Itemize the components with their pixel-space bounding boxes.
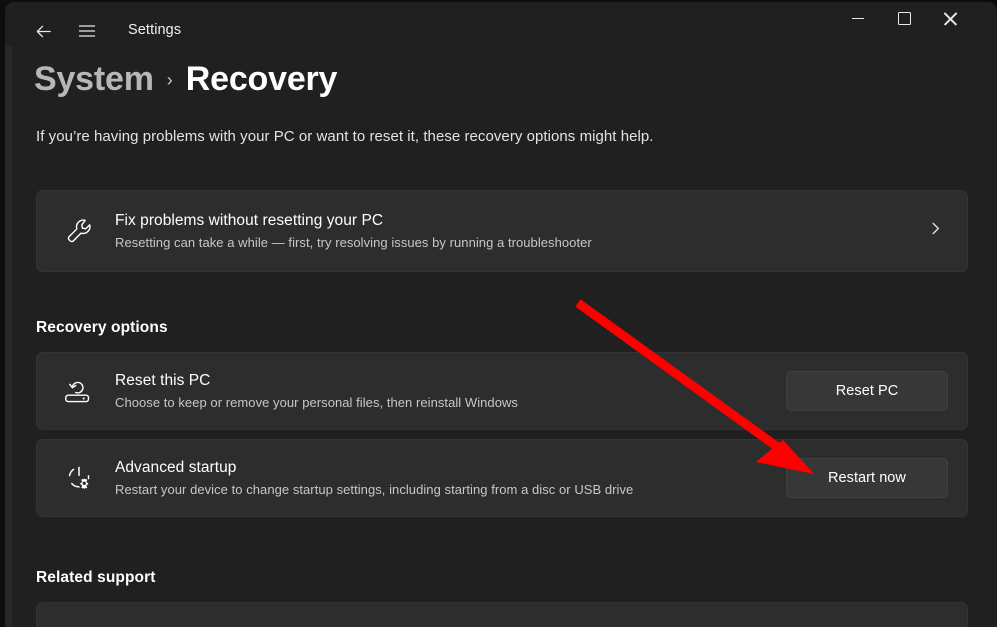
minimize-button[interactable]	[835, 2, 881, 35]
card-title: Advanced startup	[115, 459, 237, 476]
reset-pc-button[interactable]: Reset PC	[786, 371, 948, 411]
hamburger-menu-button[interactable]	[67, 12, 107, 50]
card-subtitle: Resetting can take a while — first, try …	[115, 235, 592, 250]
close-icon	[943, 11, 958, 26]
card-fix-problems[interactable]: Fix problems without resetting your PC R…	[36, 190, 968, 272]
card-related-support[interactable]	[36, 602, 968, 627]
settings-content: System › Recovery If you’re having probl…	[5, 47, 997, 627]
page-title: Recovery	[185, 60, 338, 98]
card-title: Fix problems without resetting your PC	[115, 212, 384, 229]
card-subtitle: Choose to keep or remove your personal f…	[115, 395, 518, 410]
hamburger-menu-icon	[78, 25, 96, 37]
card-reset-pc: Reset this PC Choose to keep or remove y…	[36, 352, 968, 430]
wrench-icon	[62, 214, 96, 248]
breadcrumb-separator-icon: ›	[166, 70, 173, 90]
chevron-right-icon[interactable]	[928, 221, 943, 241]
restart-now-button[interactable]: Restart now	[786, 458, 948, 498]
title-bar: Settings	[5, 2, 997, 47]
settings-window: Settings System › Recovery If you’re hav…	[5, 2, 997, 627]
minimize-icon	[852, 17, 864, 20]
reset-pc-icon	[62, 374, 96, 408]
breadcrumb: System › Recovery	[34, 60, 337, 99]
close-button[interactable]	[927, 2, 973, 35]
card-fix-problems-text: Fix problems without resetting your PC R…	[115, 210, 592, 252]
card-advanced-startup-text: Advanced startup Restart your device to …	[115, 457, 633, 499]
card-subtitle: Restart your device to change startup se…	[115, 482, 634, 497]
card-title: Reset this PC	[115, 372, 211, 389]
section-heading-related-support: Related support	[36, 569, 156, 586]
app-title: Settings	[128, 22, 182, 38]
section-heading-recovery-options: Recovery options	[36, 319, 168, 336]
back-button[interactable]	[23, 12, 63, 50]
breadcrumb-item-system[interactable]: System	[34, 60, 154, 99]
card-reset-pc-text: Reset this PC Choose to keep or remove y…	[115, 370, 518, 412]
maximize-button[interactable]	[881, 2, 927, 35]
maximize-icon	[897, 12, 911, 25]
arrow-left-icon	[36, 25, 51, 37]
card-advanced-startup: Advanced startup Restart your device to …	[36, 439, 968, 517]
power-gear-icon	[62, 461, 96, 495]
page-description: If you’re having problems with your PC o…	[36, 128, 654, 145]
